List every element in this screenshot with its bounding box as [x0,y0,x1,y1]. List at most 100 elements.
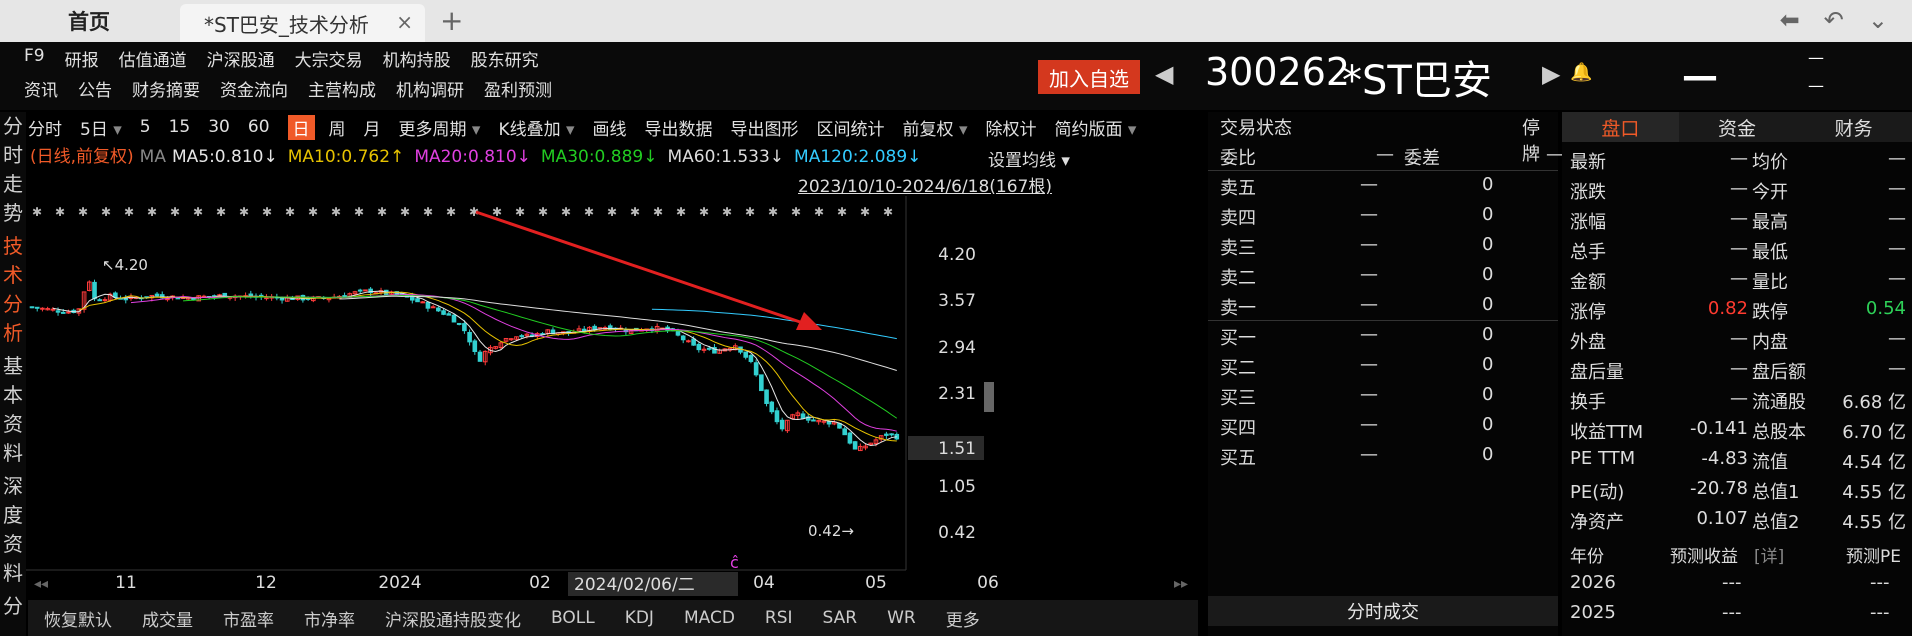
add-tab-icon[interactable]: + [440,4,463,37]
quote-row-9: 收益TTM -0.141 总股本 6.70 亿 [1570,418,1910,446]
menu-item-4[interactable]: 大宗交易 [295,46,363,71]
event-marker-icon: ✱ [423,205,433,219]
menu-item-5[interactable]: 机构持股 [383,46,451,71]
event-marker-icon: ✱ [285,205,295,219]
event-marker-icon: ✱ [814,205,824,219]
trade-status: 交易状态 停牌 [1220,114,1552,165]
menu-item-5[interactable]: 机构调研 [396,76,464,101]
indicator-tab-10[interactable]: WR [887,608,916,628]
event-marker-icon: ✱ [699,205,709,219]
candle-body [279,297,285,301]
indicator-tab-6[interactable]: KDJ [625,608,654,628]
quote-cell: 4.54 亿 [1842,452,1906,473]
vnav-item-1[interactable]: 技术分析 [0,232,26,348]
chevron-down-icon[interactable]: ⌄ [1868,6,1888,34]
chart-tool-1[interactable]: 5日 ▾ [80,115,122,140]
chart-tool-13[interactable]: 导出图形 [731,115,799,140]
chart-tool-4[interactable]: 30 [208,117,230,137]
menu-item-6[interactable]: 盈利预测 [484,76,552,101]
kline-chart[interactable]: 4.20 3.57 2.94 2.31 1.51 1.05 0.42 11 12 2024 02 04… [26,196,1206,636]
chart-tool-9[interactable]: 更多周期 ▾ [399,115,481,140]
chart-tool-0[interactable]: 分时 [28,115,62,140]
chart-tool-8[interactable]: 月 [364,115,381,140]
chart-tool-label: 5日 [80,119,108,140]
vnav-item-0[interactable]: 分时走势 [0,112,26,228]
chart-tool-5[interactable]: 60 [248,117,270,137]
tab-technical-analysis[interactable]: *ST巴安_技术分析 × [180,4,425,42]
indicator-tab-2[interactable]: 市盈率 [223,606,274,631]
indicator-tab-8[interactable]: RSI [765,608,793,628]
prev-stock-icon[interactable]: ◀ [1155,60,1173,88]
ma-line-60 [339,295,897,372]
chart-tool-label: 更多周期 [398,119,467,140]
indicator-tab-0[interactable]: 恢复默认 [44,606,112,631]
quote-tab-2[interactable]: 财务 [1795,112,1912,142]
back-arrow-icon[interactable]: ⬅ [1780,6,1800,34]
chart-tool-17[interactable]: 简约版面 ▾ [1054,115,1136,140]
indicator-tab-3[interactable]: 市净率 [304,606,355,631]
forecast-detail-link[interactable]: [详] [1754,542,1784,567]
add-favorite-button[interactable]: 加入自选 [1038,60,1140,94]
vnav-item-4[interactable]: 分 [0,592,26,621]
chevron-down-icon: ▾ [107,119,122,140]
indicator-tab-9[interactable]: SAR [823,608,858,628]
candle-body [102,299,108,302]
order-book: 交易状态 停牌 委比 — 委差 — 卖五 — 0 卖四 — 0 卖三 — 0 卖二 — 0 卖一 — 0 买… [1208,112,1564,636]
menu-item-2[interactable]: 财务摘要 [132,76,200,101]
chart-tool-2[interactable]: 5 [140,117,151,137]
event-marker-icon: ✱ [745,205,755,219]
next-stock-icon[interactable]: ▶ [1542,60,1560,88]
quote-row-2: 涨幅 — 最高 — [1570,208,1910,236]
quote-cell: — [1730,268,1748,289]
menu-item-0[interactable]: 资讯 [24,76,58,101]
forecast-cell: --- [1870,572,1890,593]
quote-tab-1[interactable]: 资金 [1678,112,1796,142]
indicator-tab-7[interactable]: MACD [684,608,735,628]
menu-item-2[interactable]: 估值通道 [119,46,187,71]
ticks-header[interactable]: 分时成交 [1208,596,1558,626]
quote-row-0: 最新 — 均价 — [1570,148,1910,176]
vnav-item-3[interactable]: 深度资料 [0,472,26,588]
menu-item-4[interactable]: 主营构成 [308,76,376,101]
chart-tool-11[interactable]: 画线 [593,115,627,140]
indicator-tab-4[interactable]: 沪深股通持股变化 [385,606,521,631]
quote-cell: — [1730,328,1748,349]
chart-tool-10[interactable]: K线叠加 ▾ [498,115,574,140]
candle-body [34,306,40,309]
menu-item-6[interactable]: 股东研究 [471,46,539,71]
buy-cell: 买五 [1220,448,1256,469]
close-icon[interactable]: × [396,10,413,34]
event-marker-icon: ✱ [584,205,594,219]
chart-tool-14[interactable]: 区间统计 [817,115,885,140]
chart-tool-15[interactable]: 前复权 ▾ [903,115,968,140]
chart-tool-6[interactable]: 日 [287,114,315,140]
candle-body [451,314,457,323]
vnav-item-2[interactable]: 基本资料 [0,352,26,468]
event-marker-icon: ✱ [262,205,272,219]
event-marker-icon: ✱ [837,205,847,219]
ma-line-5 [52,290,897,447]
chart-tool-7[interactable]: 周 [329,115,346,140]
indicator-tab-11[interactable]: 更多 [946,606,980,631]
menu-item-3[interactable]: 资金流向 [220,76,288,101]
trade-status-label: 交易状态 [1220,118,1292,139]
menu-item-1[interactable]: 研报 [65,46,99,71]
bell-icon[interactable]: 🔔 [1570,62,1592,83]
menu-item-0[interactable]: F9 [24,46,45,71]
indicator-tab-5[interactable]: BOLL [551,608,595,628]
event-marker-icon: ✱ [124,205,134,219]
quote-cell: — [1730,208,1748,229]
indicator-tab-1[interactable]: 成交量 [142,606,193,631]
chart-tool-16[interactable]: 除权计 [985,115,1036,140]
undo-icon[interactable]: ↶ [1824,6,1844,34]
set-ma-button[interactable]: 设置均线 ▾ [988,146,1070,171]
chart-tool-label: 周 [328,119,346,140]
chart-tool-12[interactable]: 导出数据 [645,115,713,140]
chart-tool-3[interactable]: 15 [169,117,191,137]
menu-item-3[interactable]: 沪深股通 [207,46,275,71]
tab-home[interactable]: 首页 [0,0,178,42]
menu-item-1[interactable]: 公告 [78,76,112,101]
quote-tab-0[interactable]: 盘口 [1562,112,1679,142]
date-range[interactable]: 2023/10/10-2024/6/18(167根) [798,172,1052,197]
sell-cell: — [1360,234,1378,255]
